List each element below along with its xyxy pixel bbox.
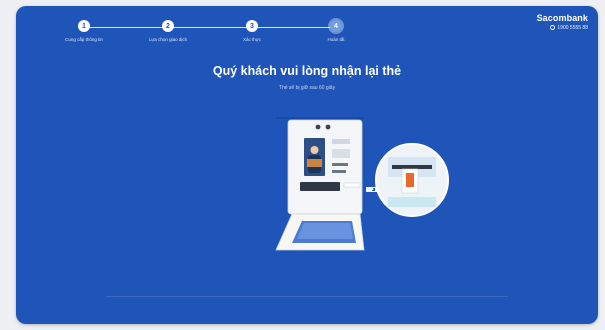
zoom-connector-dot [370,187,374,191]
step-1: 1 Cung cấp thông tin [54,20,114,42]
zoom-base [388,197,436,207]
stepper-track [84,27,332,28]
step-3-label: Xác thực [242,37,262,42]
step-4-label: Hoàn tất [327,37,345,42]
kiosk-printer-slot [332,139,350,144]
hotline-number: 1900 5555 88 [557,25,588,31]
step-2: 2 Lựa chọn giao dịch [138,20,198,42]
step-3-indicator: 3 [246,20,258,32]
zoom-slot [392,165,432,169]
kiosk-card-reader [343,182,361,188]
step-2-label: Lựa chọn giao dịch [148,37,188,42]
page-subtitle: Thẻ sẽ bị giữ sau 60 giây [278,85,336,91]
footer-divider [106,296,508,297]
illus-shadow [276,117,364,119]
kiosk-receipt-slot [332,170,346,173]
brand-logo: Sacombank [536,13,588,23]
touchpad-reflection [297,223,353,239]
kiosk-card-slot [332,163,348,166]
kiosk-camera-icon [315,124,321,130]
step-3: 3 Xác thực [222,20,282,42]
brand-header: Sacombank 1900 5555 88 [537,13,588,31]
kiosk-screen: 1 Cung cấp thông tin 2 Lựa chọn giao dịc… [16,6,598,324]
kiosk-scanner [332,149,350,158]
display-highlight [307,159,322,167]
step-2-indicator: 2 [162,20,174,32]
progress-stepper: 1 Cung cấp thông tin 2 Lựa chọn giao dịc… [50,14,360,44]
phone-icon [550,25,556,30]
atm-card-return-illustration [275,117,449,251]
step-1-label: Cung cấp thông tin [65,37,103,42]
step-4-indicator: 4 [330,20,342,32]
person-head [310,146,319,154]
page-title: Quý khách vui lòng nhận lại thẻ [212,64,402,78]
kiosk-sensor-icon [325,124,331,130]
kiosk-cash-slot [300,182,340,191]
zoom-card-highlight [406,173,414,187]
step-1-indicator: 1 [78,20,90,32]
hotline: 1900 5555 88 [537,25,588,31]
step-4: 4 Hoàn tất [306,20,366,42]
